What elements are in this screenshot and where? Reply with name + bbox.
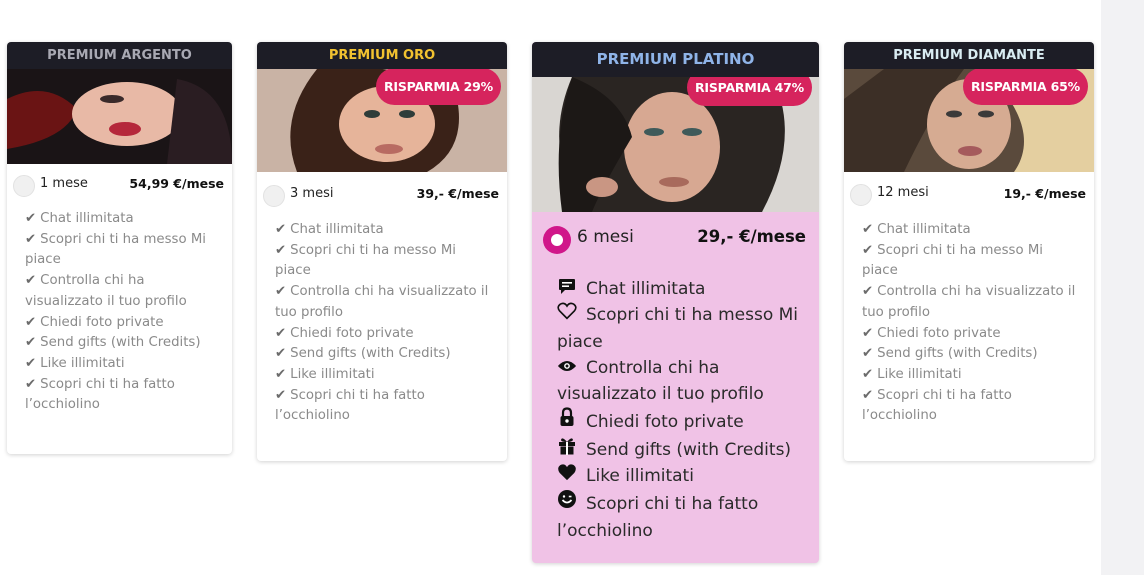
lock-icon: [557, 407, 577, 435]
check-icon: ✔: [862, 325, 874, 341]
check-icon: ✔: [862, 284, 874, 300]
feature-item: Scopri chi ti ha fatto l’occhiolino: [557, 489, 803, 544]
feature-item: ✔ Scopri chi ti ha fatto l’occhiolino: [275, 387, 425, 424]
check-icon: ✔: [275, 387, 287, 403]
check-icon: ✔: [25, 231, 37, 247]
plan-duration: 6 mesi: [577, 227, 634, 247]
gift-icon: [557, 436, 577, 463]
check-icon: ✔: [862, 366, 874, 382]
feature-item: ✔ Chat illimitata: [862, 222, 971, 237]
feature-item: ✔ Scopri chi ti ha messo Mi piace: [25, 231, 206, 268]
feature-item: ✔ Scopri chi ti ha fatto l’occhiolino: [862, 387, 1012, 424]
check-icon: ✔: [862, 222, 874, 237]
feature-item: Send gifts (with Credits): [557, 436, 803, 463]
plan-option[interactable]: 12 mesi 19,- €/mese: [844, 172, 1094, 220]
plan-radio[interactable]: [13, 175, 35, 197]
plan-title: PREMIUM DIAMANTE: [844, 42, 1094, 69]
heart-outline-icon: [557, 302, 577, 328]
plan-title: PREMIUM ARGENTO: [7, 42, 232, 69]
feature-item: ✔ Controlla chi ha visualizzato il tuo pr…: [275, 284, 489, 320]
plan-radio[interactable]: [263, 185, 285, 207]
plan-price: 39,- €/mese: [416, 186, 499, 201]
savings-badge: RISPARMIA 47%: [686, 77, 812, 106]
plan-price: 19,- €/mese: [1003, 186, 1086, 201]
feature-item: Chiedi foto private: [557, 407, 803, 435]
check-icon: ✔: [25, 355, 37, 371]
feature-item: ✔ Chat illimitata: [275, 222, 384, 237]
plan-option[interactable]: 6 mesi 29,- €/mese: [532, 212, 819, 270]
smile-icon: [557, 489, 577, 517]
check-icon: ✔: [862, 387, 874, 403]
plan-photo: RISPARMIA 65%: [844, 69, 1094, 172]
feature-list: ✔ Chat illimitata ✔ Scopri chi ti ha messo…: [7, 209, 232, 416]
feature-item: ✔ Like illimitati: [862, 366, 962, 382]
plan-option[interactable]: 3 mesi 39,- €/mese: [257, 172, 507, 220]
feature-item: ✔ Chat illimitata: [25, 211, 134, 226]
check-icon: ✔: [275, 346, 287, 362]
plan-price: 54,99 €/mese: [129, 176, 224, 191]
feature-list: ✔ Chat illimitata ✔ Scopri chi ti ha messo…: [257, 220, 507, 427]
feature-list: Chat illimitata Scopri chi ti ha messo M…: [532, 276, 819, 544]
chat-icon: [557, 276, 577, 302]
plan-radio-selected[interactable]: [543, 226, 571, 254]
feature-item: Scopri chi ti ha messo Mi piace: [557, 302, 803, 355]
check-icon: ✔: [275, 242, 287, 258]
check-icon: ✔: [275, 325, 287, 341]
feature-item: Chat illimitata: [557, 276, 803, 302]
plan-photo: RISPARMIA 47%: [532, 77, 819, 212]
savings-badge: RISPARMIA 29%: [375, 69, 501, 105]
check-icon: ✔: [25, 335, 37, 351]
feature-item: ✔ Controlla chi ha visualizzato il tuo pr…: [862, 284, 1076, 320]
check-icon: ✔: [275, 284, 287, 300]
feature-item: Controlla chi ha visualizzato il tuo pro…: [557, 355, 803, 408]
plan-card-oro[interactable]: PREMIUM ORO RISPARMIA 29% 3 mesi 39,- €/…: [257, 42, 507, 461]
plan-duration: 3 mesi: [290, 186, 334, 201]
check-icon: ✔: [25, 314, 37, 330]
feature-item: ✔ Send gifts (with Credits): [862, 346, 1038, 362]
feature-item: ✔ Controlla chi ha visualizzato il tuo pr…: [25, 273, 187, 309]
check-icon: ✔: [862, 346, 874, 362]
plan-photo: RISPARMIA 29%: [257, 69, 507, 172]
heart-icon: [557, 463, 577, 489]
feature-item: ✔ Chiedi foto private: [862, 325, 1001, 341]
check-icon: ✔: [275, 222, 287, 237]
plan-card-diamante[interactable]: PREMIUM DIAMANTE RISPARMIA 65% 12 mesi 1…: [844, 42, 1094, 461]
feature-list: ✔ Chat illimitata ✔ Scopri chi ti ha messo…: [844, 220, 1094, 427]
feature-item: ✔ Scopri chi ti ha messo Mi piace: [275, 242, 456, 279]
plan-duration: 12 mesi: [877, 185, 929, 200]
plan-price: 29,- €/mese: [697, 227, 806, 246]
check-icon: ✔: [25, 376, 37, 392]
feature-item: ✔ Like illimitati: [275, 366, 375, 382]
scrollbar-track[interactable]: [1101, 0, 1144, 575]
plan-title: PREMIUM PLATINO: [532, 42, 819, 77]
feature-item: ✔ Send gifts (with Credits): [275, 346, 451, 362]
eye-icon: [557, 355, 577, 381]
check-icon: ✔: [862, 242, 874, 258]
feature-item: ✔ Chiedi foto private: [25, 314, 164, 330]
plan-photo: [7, 69, 232, 164]
check-icon: ✔: [275, 366, 287, 382]
plan-card-argento[interactable]: PREMIUM ARGENTO 1 mese 54,99 €/mese ✔ Cha…: [7, 42, 232, 454]
feature-item: Like illimitati: [557, 463, 803, 489]
feature-item: ✔ Scopri chi ti ha messo Mi piace: [862, 242, 1043, 279]
plan-card-platino[interactable]: PREMIUM PLATINO RISPARMIA 47% 6 mesi 29,…: [532, 42, 819, 563]
feature-item: ✔ Send gifts (with Credits): [25, 335, 201, 351]
plan-option[interactable]: 1 mese 54,99 €/mese: [7, 164, 232, 209]
plan-title: PREMIUM ORO: [257, 42, 507, 69]
plan-duration: 1 mese: [40, 176, 88, 191]
check-icon: ✔: [25, 211, 37, 226]
plan-radio[interactable]: [850, 184, 872, 206]
feature-item: ✔ Like illimitati: [25, 355, 125, 371]
feature-item: ✔ Chiedi foto private: [275, 325, 414, 341]
check-icon: ✔: [25, 273, 37, 289]
feature-item: ✔ Scopri chi ti ha fatto l’occhiolino: [25, 376, 175, 413]
savings-badge: RISPARMIA 65%: [962, 69, 1088, 105]
